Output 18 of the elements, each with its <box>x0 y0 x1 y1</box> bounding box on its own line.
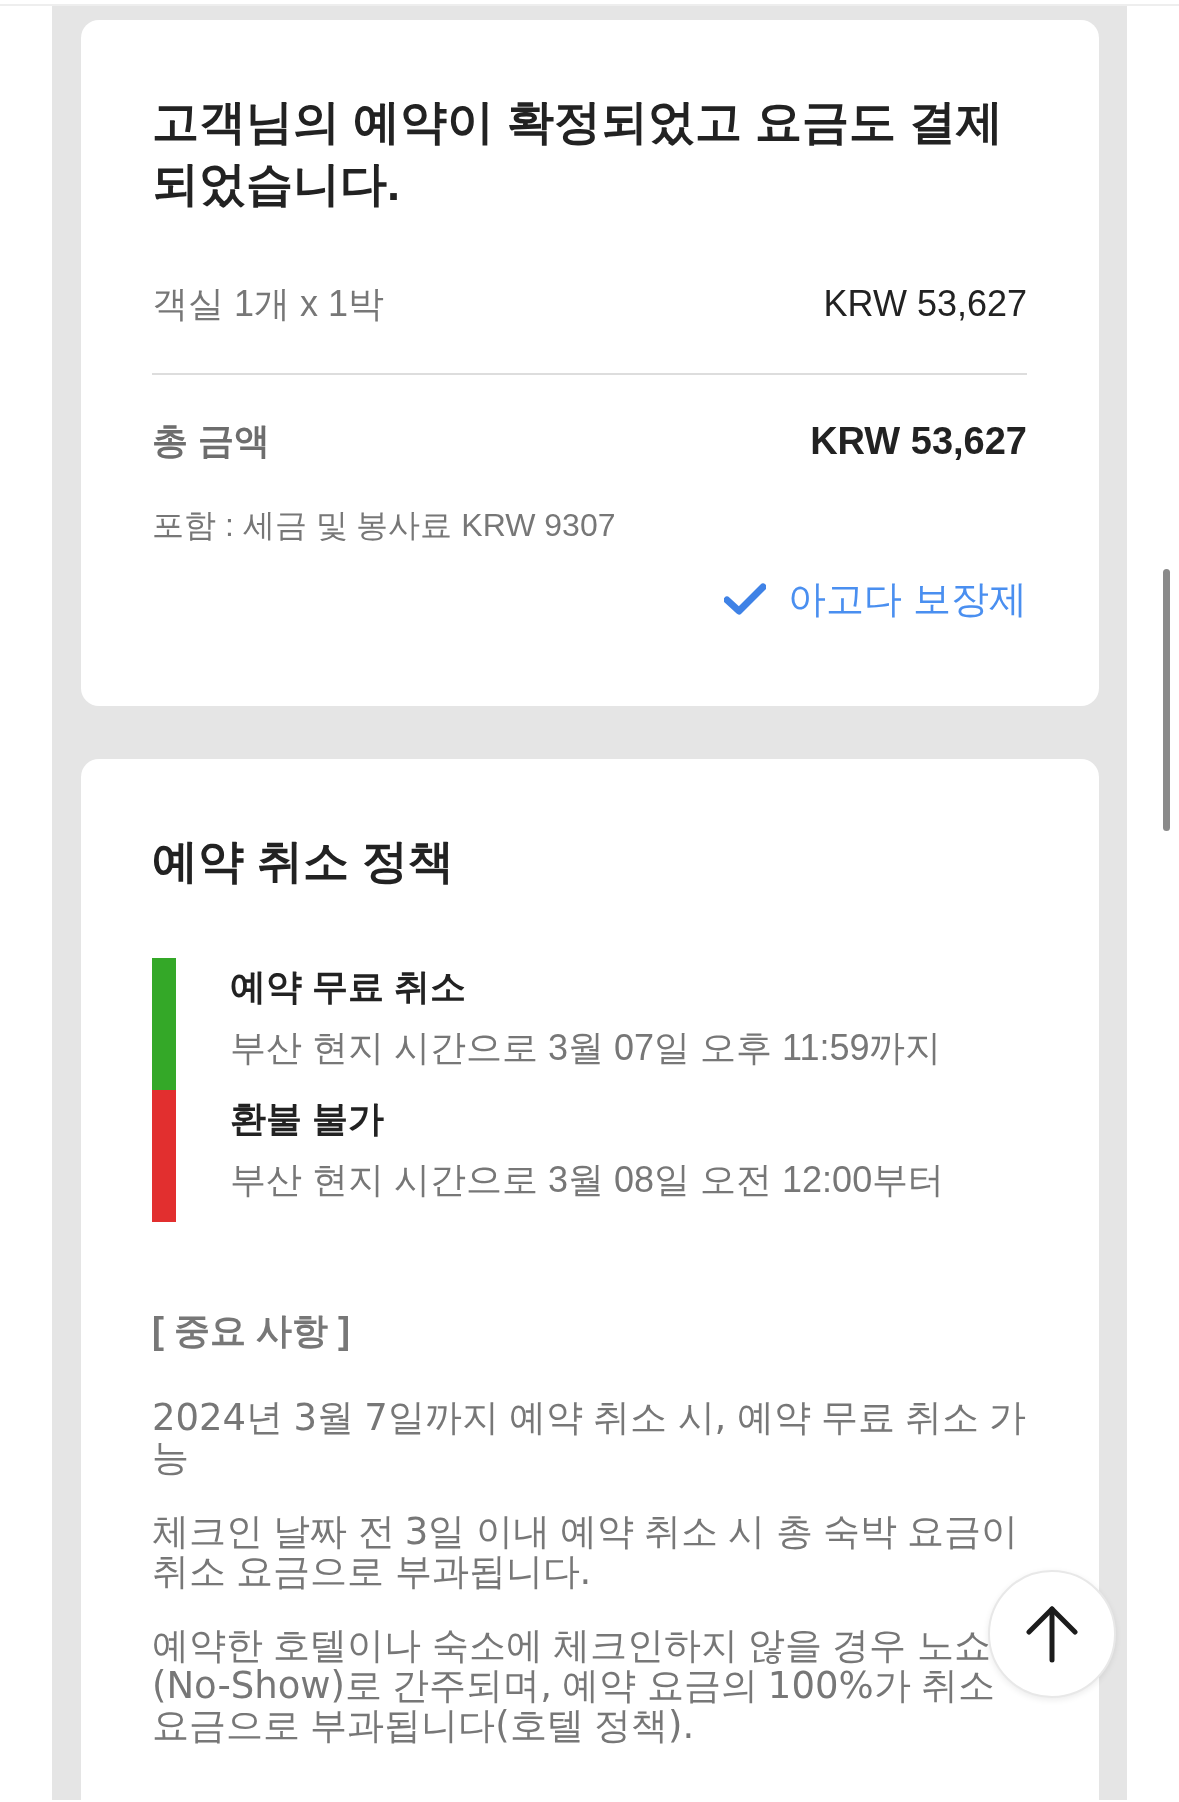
room-price: KRW 53,627 <box>823 282 1027 326</box>
room-nights-label: 객실 1개 x 1박 <box>152 282 385 326</box>
policy-period-title: 예약 무료 취소 <box>230 965 467 1009</box>
guarantee-link[interactable]: 아고다 보장제 <box>788 577 1027 621</box>
policy-period-detail: 부산 현지 시간으로 3월 07일 오후 11:59까지 <box>230 1026 942 1070</box>
policy-note: 2024년 3월 7일까지 예약 취소 시, 예약 무료 취소 가능 <box>152 1398 1028 1478</box>
tax-note: 포함 : 세금 및 봉사료 KRW 9307 <box>152 506 617 545</box>
policy-note: 체크인 날짜 전 3일 이내 예약 취소 시 총 숙박 요금이 취소 요금으로 부과됩니다. <box>152 1512 1020 1592</box>
policy-period-detail: 부산 현지 시간으로 3월 08일 오전 12:00부터 <box>230 1158 945 1202</box>
scrollbar-thumb[interactable] <box>1163 569 1170 831</box>
policy-note: 예약한 호텔이나 숙소에 체크인하지 않을 경우 노쇼(No-Show)로 간주되며, 예약 요금의 100%가 취소 요금으로 부과됩니다(호텔 정책). <box>152 1626 996 1746</box>
notes-heading: [ 중요 사항 ] <box>152 1309 351 1353</box>
total-price: KRW 53,627 <box>810 419 1027 463</box>
policy-period-title: 환불 불가 <box>230 1097 385 1141</box>
confirmation-title: 고객님의 예약이 확정되었고 요금도 결제되었습니다. <box>152 94 1005 212</box>
total-label: 총 금액 <box>152 419 270 463</box>
checkmark-icon <box>724 583 767 615</box>
policy-title: 예약 취소 정책 <box>152 834 455 889</box>
